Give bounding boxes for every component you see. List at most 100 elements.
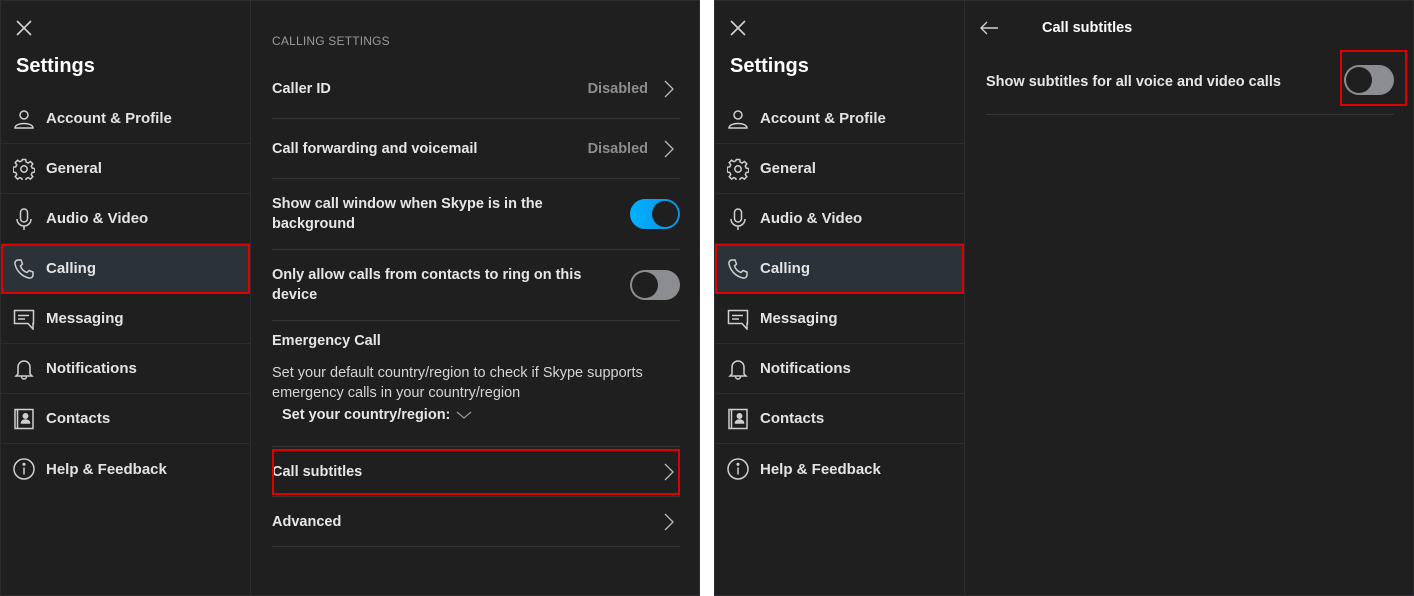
contacts-icon	[727, 408, 749, 430]
show-subtitles-row: Show subtitles for all voice and video c…	[986, 49, 1407, 115]
sidebar-item-label: Help & Feedback	[46, 460, 167, 478]
sidebar-item-contacts[interactable]: Contacts	[715, 394, 964, 444]
sidebar-item-account[interactable]: Account & Profile	[1, 94, 250, 144]
sidebar-item-label: Account & Profile	[46, 110, 172, 127]
sidebar-item-label: Messaging	[46, 310, 124, 327]
caller-id-label: Caller ID	[272, 80, 331, 97]
only-contacts-ring-label: Only allow calls from contacts to ring o…	[272, 267, 582, 303]
sidebar-nav: Account & Profile General Audio & Video …	[1, 94, 250, 494]
sidebar-item-label: Contacts	[46, 410, 111, 427]
subpage-header: Call subtitles	[978, 15, 1132, 41]
sidebar-item-general[interactable]: General	[715, 144, 964, 194]
back-button[interactable]	[978, 17, 1000, 39]
settings-title: Settings	[16, 55, 95, 77]
country-region-label: Set your country/region:	[282, 407, 451, 423]
sidebar-item-label: Contacts	[760, 410, 825, 427]
close-icon	[16, 20, 32, 36]
show-call-window-label: Show call window when Skype is in the ba…	[272, 196, 543, 232]
settings-title: Settings	[730, 55, 809, 77]
emergency-call-section: Emergency Call Set your default country/…	[272, 321, 680, 447]
bell-icon	[13, 358, 35, 380]
sidebar-item-messaging[interactable]: Messaging	[715, 294, 964, 344]
advanced-row[interactable]: Advanced	[272, 497, 680, 547]
sidebar-item-label: Account & Profile	[760, 110, 886, 127]
sidebar-item-label: General	[760, 160, 816, 177]
sidebar-item-label: Notifications	[760, 360, 851, 377]
chevron-right-icon	[664, 463, 674, 480]
sidebar-item-label: Calling	[760, 260, 811, 277]
chevron-down-icon	[457, 411, 472, 419]
sidebar-item-audio-video[interactable]: Audio & Video	[715, 194, 964, 244]
show-subtitles-toggle[interactable]	[1344, 65, 1394, 95]
sidebar-item-label: Audio & Video	[46, 210, 149, 227]
settings-sidebar: Settings Account & Profile General Audio…	[1, 1, 251, 595]
chevron-right-icon	[664, 80, 674, 97]
call-subtitles-label: Call subtitles	[272, 463, 363, 480]
toggle-knob	[632, 272, 658, 298]
show-subtitles-label: Show subtitles for all voice and video c…	[986, 73, 1281, 90]
message-icon	[727, 308, 749, 330]
settings-window-calling: Settings Account & Profile General Audio…	[0, 0, 700, 596]
close-icon	[730, 20, 746, 36]
emergency-call-title: Emergency Call	[272, 333, 381, 349]
calling-settings-content: CALLING SETTINGS Caller ID Disabled Call…	[252, 1, 699, 595]
sidebar-item-contacts[interactable]: Contacts	[1, 394, 250, 444]
sidebar-item-notifications[interactable]: Notifications	[715, 344, 964, 394]
sidebar-item-label: Audio & Video	[760, 210, 863, 227]
only-contacts-ring-toggle[interactable]	[630, 270, 680, 300]
emergency-call-description: Set your default country/region to check…	[272, 365, 643, 401]
sidebar-item-label: Calling	[46, 260, 97, 277]
microphone-icon	[727, 207, 749, 230]
show-call-window-toggle[interactable]	[630, 199, 680, 229]
person-icon	[727, 108, 749, 130]
call-forwarding-status: Disabled	[587, 140, 648, 157]
sidebar-nav: Account & Profile General Audio & Video …	[715, 94, 964, 494]
phone-icon	[727, 258, 749, 280]
chevron-right-icon	[664, 513, 674, 530]
person-icon	[13, 108, 35, 130]
sidebar-item-calling[interactable]: Calling	[715, 244, 964, 294]
phone-icon	[13, 258, 35, 280]
chevron-right-icon	[664, 140, 674, 157]
sidebar-item-messaging[interactable]: Messaging	[1, 294, 250, 344]
call-subtitles-row[interactable]: Call subtitles	[272, 447, 680, 497]
settings-sidebar: Settings Account & Profile General Audio…	[715, 1, 965, 595]
settings-window-call-subtitles: Settings Account & Profile General Audio…	[714, 0, 1414, 596]
sidebar-item-label: Messaging	[760, 310, 838, 327]
info-icon	[13, 458, 35, 480]
bell-icon	[727, 358, 749, 380]
sidebar-item-account[interactable]: Account & Profile	[715, 94, 964, 144]
gear-icon	[13, 158, 35, 180]
gear-icon	[727, 158, 749, 180]
call-forwarding-row[interactable]: Call forwarding and voicemail Disabled	[272, 119, 680, 179]
country-region-dropdown[interactable]: Set your country/region:	[282, 407, 472, 423]
microphone-icon	[13, 207, 35, 230]
message-icon	[13, 308, 35, 330]
sidebar-item-help-feedback[interactable]: Help & Feedback	[715, 444, 964, 494]
sidebar-item-label: General	[46, 160, 102, 177]
only-contacts-ring-row: Only allow calls from contacts to ring o…	[272, 250, 680, 321]
sidebar-item-general[interactable]: General	[1, 144, 250, 194]
toggle-knob	[652, 201, 678, 227]
caller-id-row[interactable]: Caller ID Disabled	[272, 59, 680, 119]
sidebar-item-help-feedback[interactable]: Help & Feedback	[1, 444, 250, 494]
sidebar-item-audio-video[interactable]: Audio & Video	[1, 194, 250, 244]
sidebar-item-notifications[interactable]: Notifications	[1, 344, 250, 394]
arrow-left-icon	[980, 21, 998, 35]
info-icon	[727, 458, 749, 480]
sidebar-item-label: Help & Feedback	[760, 460, 881, 478]
close-button[interactable]	[727, 17, 749, 39]
caller-id-status: Disabled	[587, 80, 648, 97]
advanced-label: Advanced	[272, 513, 342, 530]
sidebar-item-calling[interactable]: Calling	[1, 244, 250, 294]
call-forwarding-label: Call forwarding and voicemail	[272, 140, 478, 157]
call-subtitles-content: Call subtitles Show subtitles for all vo…	[966, 1, 1413, 595]
calling-settings-list: Caller ID Disabled Call forwarding and v…	[272, 59, 680, 547]
section-header: CALLING SETTINGS	[272, 34, 390, 48]
close-button[interactable]	[13, 17, 35, 39]
sidebar-item-label: Notifications	[46, 360, 137, 377]
contacts-icon	[13, 408, 35, 430]
toggle-knob	[1346, 67, 1372, 93]
show-call-window-row: Show call window when Skype is in the ba…	[272, 179, 680, 250]
subpage-title: Call subtitles	[1042, 20, 1133, 36]
